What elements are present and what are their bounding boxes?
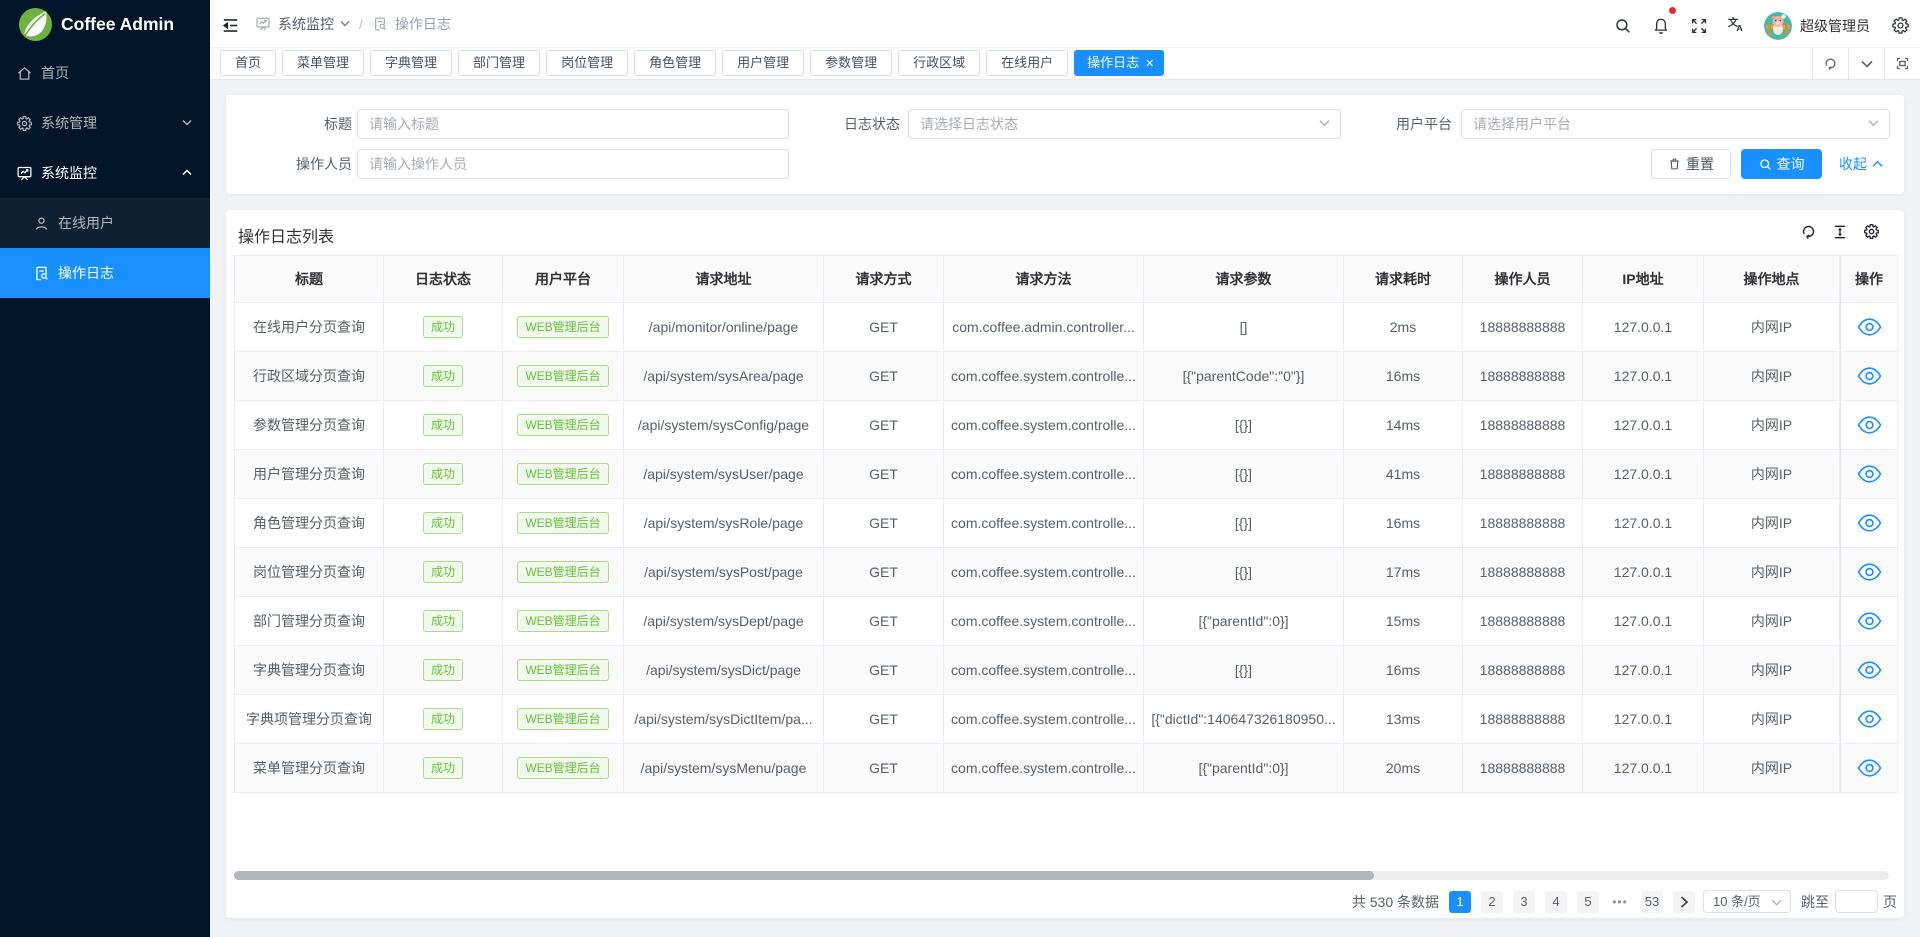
svg-text:A: A [1736, 23, 1743, 33]
